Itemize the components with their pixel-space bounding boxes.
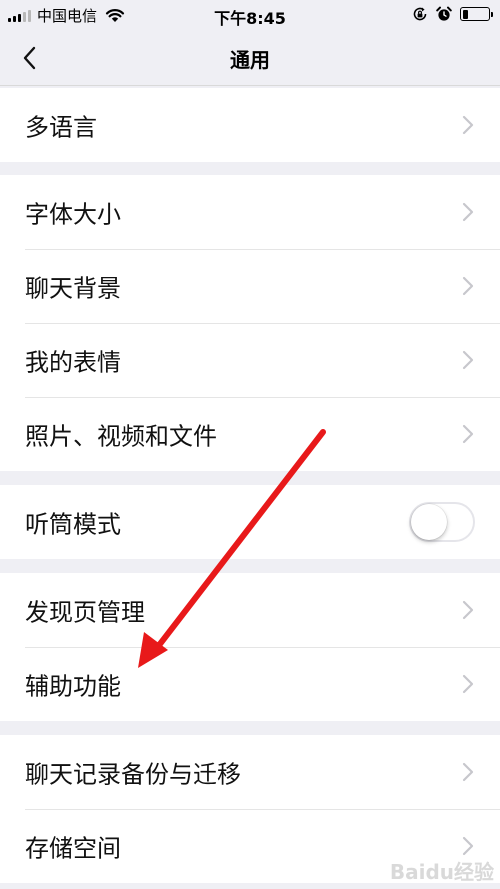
chevron-right-icon <box>462 276 474 296</box>
orientation-lock-icon <box>413 7 427 21</box>
chevron-left-icon <box>23 46 36 70</box>
settings-row-label: 辅助功能 <box>25 672 121 701</box>
settings-group-language: 多语言 <box>0 88 500 162</box>
settings-row[interactable]: 辅助功能 <box>0 647 500 721</box>
settings-row-label: 照片、视频和文件 <box>25 422 217 451</box>
back-button[interactable] <box>16 42 48 74</box>
battery-icon <box>460 7 493 21</box>
settings-row[interactable]: 多语言 <box>0 88 500 162</box>
settings-row[interactable]: 照片、视频和文件 <box>0 397 500 471</box>
settings-row-label: 聊天背景 <box>25 274 121 303</box>
chevron-right-icon <box>462 762 474 782</box>
chevron-right-icon <box>462 600 474 620</box>
settings-row[interactable]: 聊天记录备份与迁移 <box>0 735 500 809</box>
settings-row[interactable]: 字体大小 <box>0 175 500 249</box>
page-title: 通用 <box>230 48 270 72</box>
settings-row-label: 听筒模式 <box>25 510 121 539</box>
chevron-right-icon <box>462 350 474 370</box>
chevron-right-icon <box>462 424 474 444</box>
chevron-right-icon <box>462 674 474 694</box>
status-bar: 中国电信 下午8:45 <box>0 0 500 30</box>
settings-row-label: 存储空间 <box>25 834 121 863</box>
settings-row[interactable]: 发现页管理 <box>0 573 500 647</box>
settings-group-display: 字体大小聊天背景我的表情照片、视频和文件 <box>0 175 500 471</box>
battery-level <box>462 9 468 19</box>
navigation-bar: 通用 <box>0 30 500 86</box>
chevron-right-icon <box>462 202 474 222</box>
settings-row-label: 我的表情 <box>25 348 121 377</box>
status-right <box>412 6 493 22</box>
settings-row[interactable]: 我的表情 <box>0 323 500 397</box>
toggle-knob <box>411 504 447 540</box>
settings-row[interactable]: 听筒模式 <box>0 485 500 559</box>
settings-row-label: 多语言 <box>25 113 97 142</box>
chevron-right-icon <box>462 115 474 135</box>
settings-row-label: 聊天记录备份与迁移 <box>25 760 241 789</box>
earpiece-mode-toggle[interactable] <box>409 502 475 542</box>
chevron-right-icon <box>462 836 474 856</box>
settings-row-label: 字体大小 <box>25 200 121 229</box>
settings-row[interactable]: 聊天背景 <box>0 249 500 323</box>
settings-row-label: 发现页管理 <box>25 598 145 627</box>
settings-group-earpiece: 听筒模式 <box>0 485 500 559</box>
alarm-icon <box>436 6 452 21</box>
watermark: Baidu经验 <box>389 860 494 884</box>
settings-group-discover: 发现页管理 辅助功能 <box>0 573 500 721</box>
